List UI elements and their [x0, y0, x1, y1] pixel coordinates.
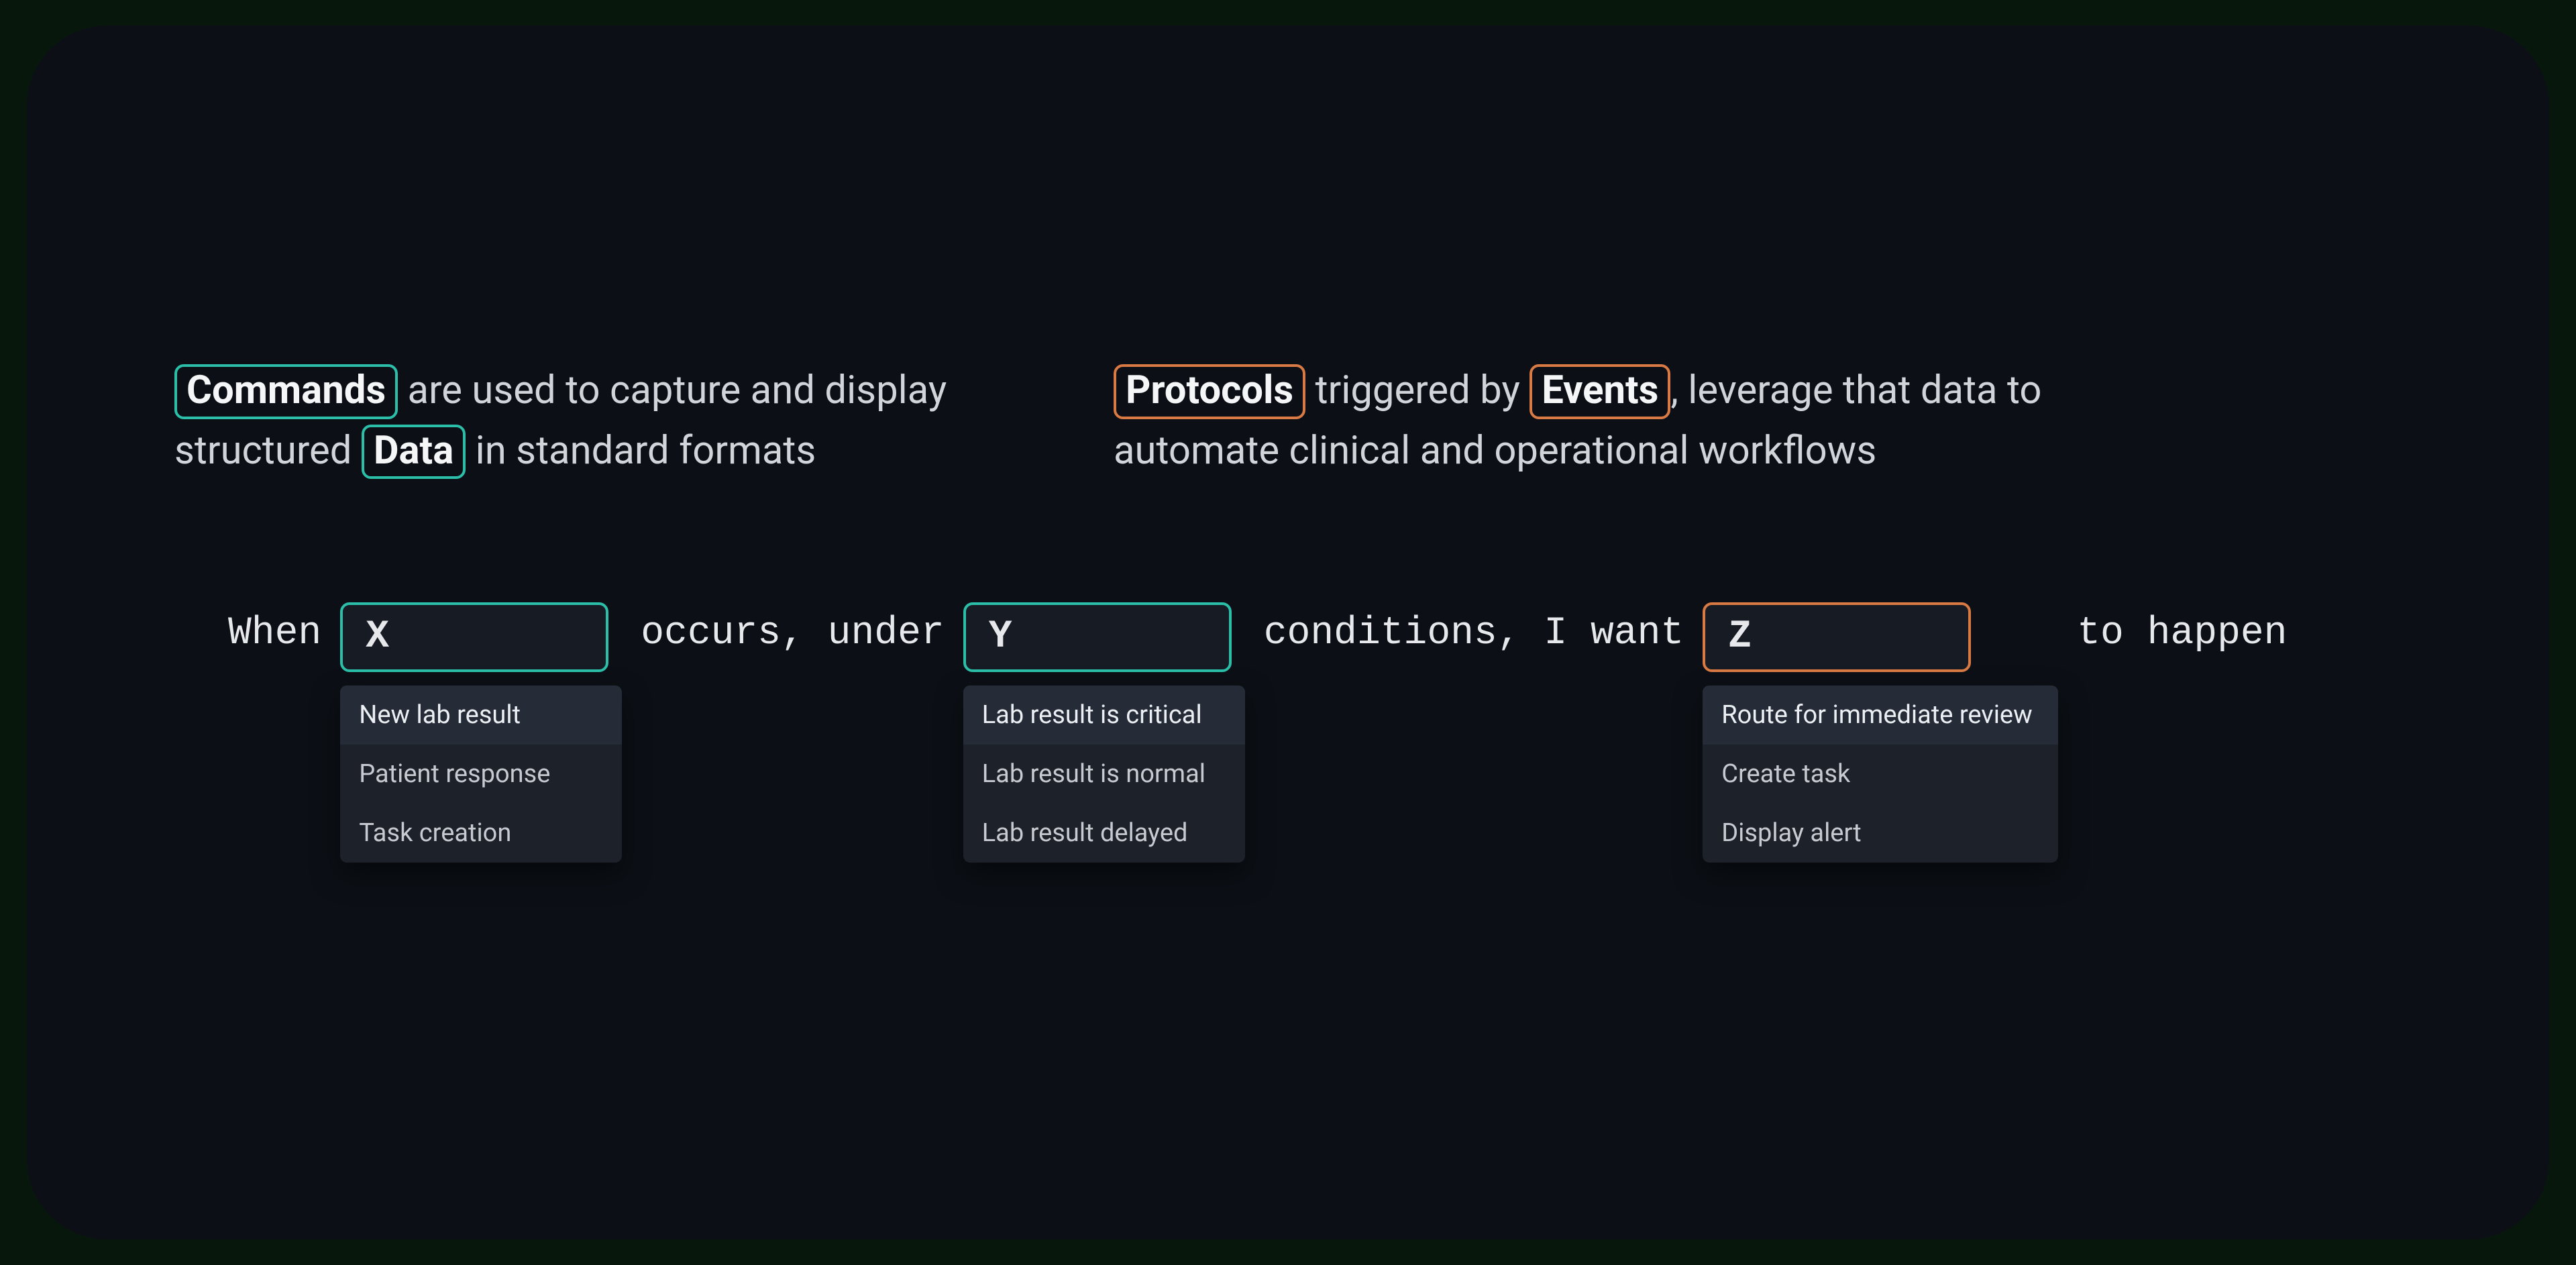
formula-word-occurs-under: occurs, under	[641, 602, 944, 655]
dropdown-z: Route for immediate review Create task D…	[1703, 685, 2058, 863]
description-commands-data: Commands are used to capture and display…	[174, 361, 993, 482]
dropdown-y-option-1[interactable]: Lab result is normal	[963, 745, 1245, 804]
dropdown-x-option-2[interactable]: Task creation	[340, 804, 622, 863]
dropdown-z-option-0[interactable]: Route for immediate review	[1703, 685, 2058, 745]
input-y-value: Y	[989, 615, 1012, 659]
dropdown-x-option-0[interactable]: New lab result	[340, 685, 622, 745]
input-z[interactable]: Z	[1703, 602, 1971, 672]
dropdown-y-option-0[interactable]: Lab result is critical	[963, 685, 1245, 745]
input-x[interactable]: X	[340, 602, 608, 672]
input-y[interactable]: Y	[963, 602, 1232, 672]
formula-row: When X New lab result Patient response T…	[174, 602, 2402, 863]
input-x-value: X	[366, 615, 389, 659]
input-z-value: Z	[1728, 615, 1752, 659]
descriptions-row: Commands are used to capture and display…	[174, 361, 2402, 482]
chip-events: Events	[1529, 364, 1670, 419]
desc-left-seg2: in standard formats	[466, 428, 816, 474]
slot-y: Y Lab result is critical Lab result is n…	[963, 602, 1245, 863]
formula-word-to-happen: to happen	[2077, 602, 2287, 655]
dropdown-x: New lab result Patient response Task cre…	[340, 685, 622, 863]
chip-commands: Commands	[174, 364, 398, 419]
formula-word-conditions-want: conditions, I want	[1264, 602, 1684, 655]
formula-word-when: When	[228, 602, 321, 655]
slot-x: X New lab result Patient response Task c…	[340, 602, 622, 863]
chip-data: Data	[362, 425, 466, 480]
description-protocols-events: Protocols triggered by Events, leverage …	[1114, 361, 2133, 482]
chip-protocols: Protocols	[1114, 364, 1305, 419]
slot-z: Z Route for immediate review Create task…	[1703, 602, 2058, 863]
dropdown-y: Lab result is critical Lab result is nor…	[963, 685, 1245, 863]
dropdown-z-option-2[interactable]: Display alert	[1703, 804, 2058, 863]
dropdown-y-option-2[interactable]: Lab result delayed	[963, 804, 1245, 863]
dropdown-z-option-1[interactable]: Create task	[1703, 745, 2058, 804]
dropdown-x-option-1[interactable]: Patient response	[340, 745, 622, 804]
desc-right-seg1: triggered by	[1305, 368, 1529, 413]
diagram-card: Commands are used to capture and display…	[27, 25, 2549, 1240]
